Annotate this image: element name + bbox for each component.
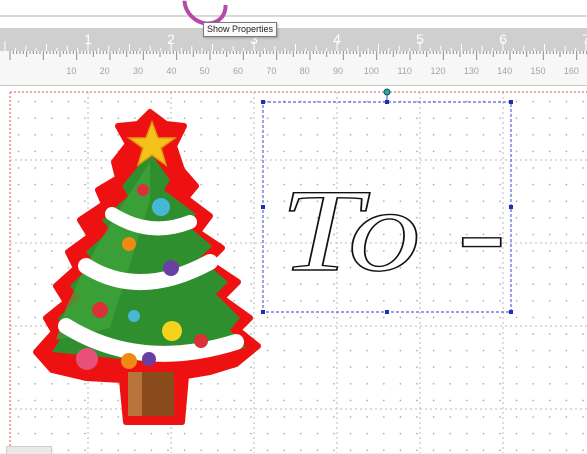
horizontal-ruler: 1 2 3 4 5 6 7 10 20 30 40 50 60 70 80 90 100 110 120 130 140…	[0, 29, 587, 86]
top-toolbar	[0, 0, 587, 35]
ruler-mm-label: 100	[364, 66, 379, 76]
ruler-mm-label: 80	[300, 66, 310, 76]
ruler-mm-label: 130	[464, 66, 479, 76]
resize-handle[interactable]	[261, 310, 265, 314]
toolbar-divider	[0, 15, 587, 17]
ruler-mm-label: 50	[200, 66, 210, 76]
resize-handle[interactable]	[261, 100, 265, 104]
ruler-mm-label: 140	[497, 66, 512, 76]
ruler-inch-label: 1	[84, 31, 92, 47]
resize-handle[interactable]	[509, 100, 513, 104]
ruler-inch-label: 6	[499, 31, 507, 47]
resize-handle[interactable]	[261, 205, 265, 209]
ruler-mm-label: 160	[564, 66, 579, 76]
ruler-inch-label: 5	[416, 31, 424, 47]
ruler-mm-label: 60	[233, 66, 243, 76]
resize-handle[interactable]	[385, 100, 389, 104]
ruler-mm-label: 20	[100, 66, 110, 76]
ruler-mm-label: 120	[430, 66, 445, 76]
ruler-inch-label: 2	[167, 31, 175, 47]
rotate-handle[interactable]	[383, 88, 391, 96]
ruler-inch-label: 4	[333, 31, 341, 47]
ruler-mm-label: 90	[333, 66, 343, 76]
ruler-mm-label: 40	[166, 66, 176, 76]
ruler-mm-label: 110	[397, 66, 411, 76]
design-canvas[interactable]: To -	[0, 86, 587, 453]
text-object[interactable]: To -	[279, 164, 506, 296]
text-object-content: To -	[280, 165, 506, 296]
ruler-mm-label: 10	[66, 66, 76, 76]
ruler-mm-label: 70	[266, 66, 276, 76]
ruler-mm-label: 150	[530, 66, 545, 76]
resize-handle[interactable]	[509, 205, 513, 209]
ruler-inch-label: 7	[582, 31, 587, 47]
resize-handle[interactable]	[385, 310, 389, 314]
canvas-svg: To -	[9, 88, 587, 453]
ruler-mm-label: 30	[133, 66, 143, 76]
resize-handle[interactable]	[509, 310, 513, 314]
ruler-ticks: 1 2 3 4 5 6 710 20 30 40 50 60 70 80 90 100 110 120 130 140…	[4, 31, 587, 76]
tooltip: Show Properties	[203, 22, 278, 37]
